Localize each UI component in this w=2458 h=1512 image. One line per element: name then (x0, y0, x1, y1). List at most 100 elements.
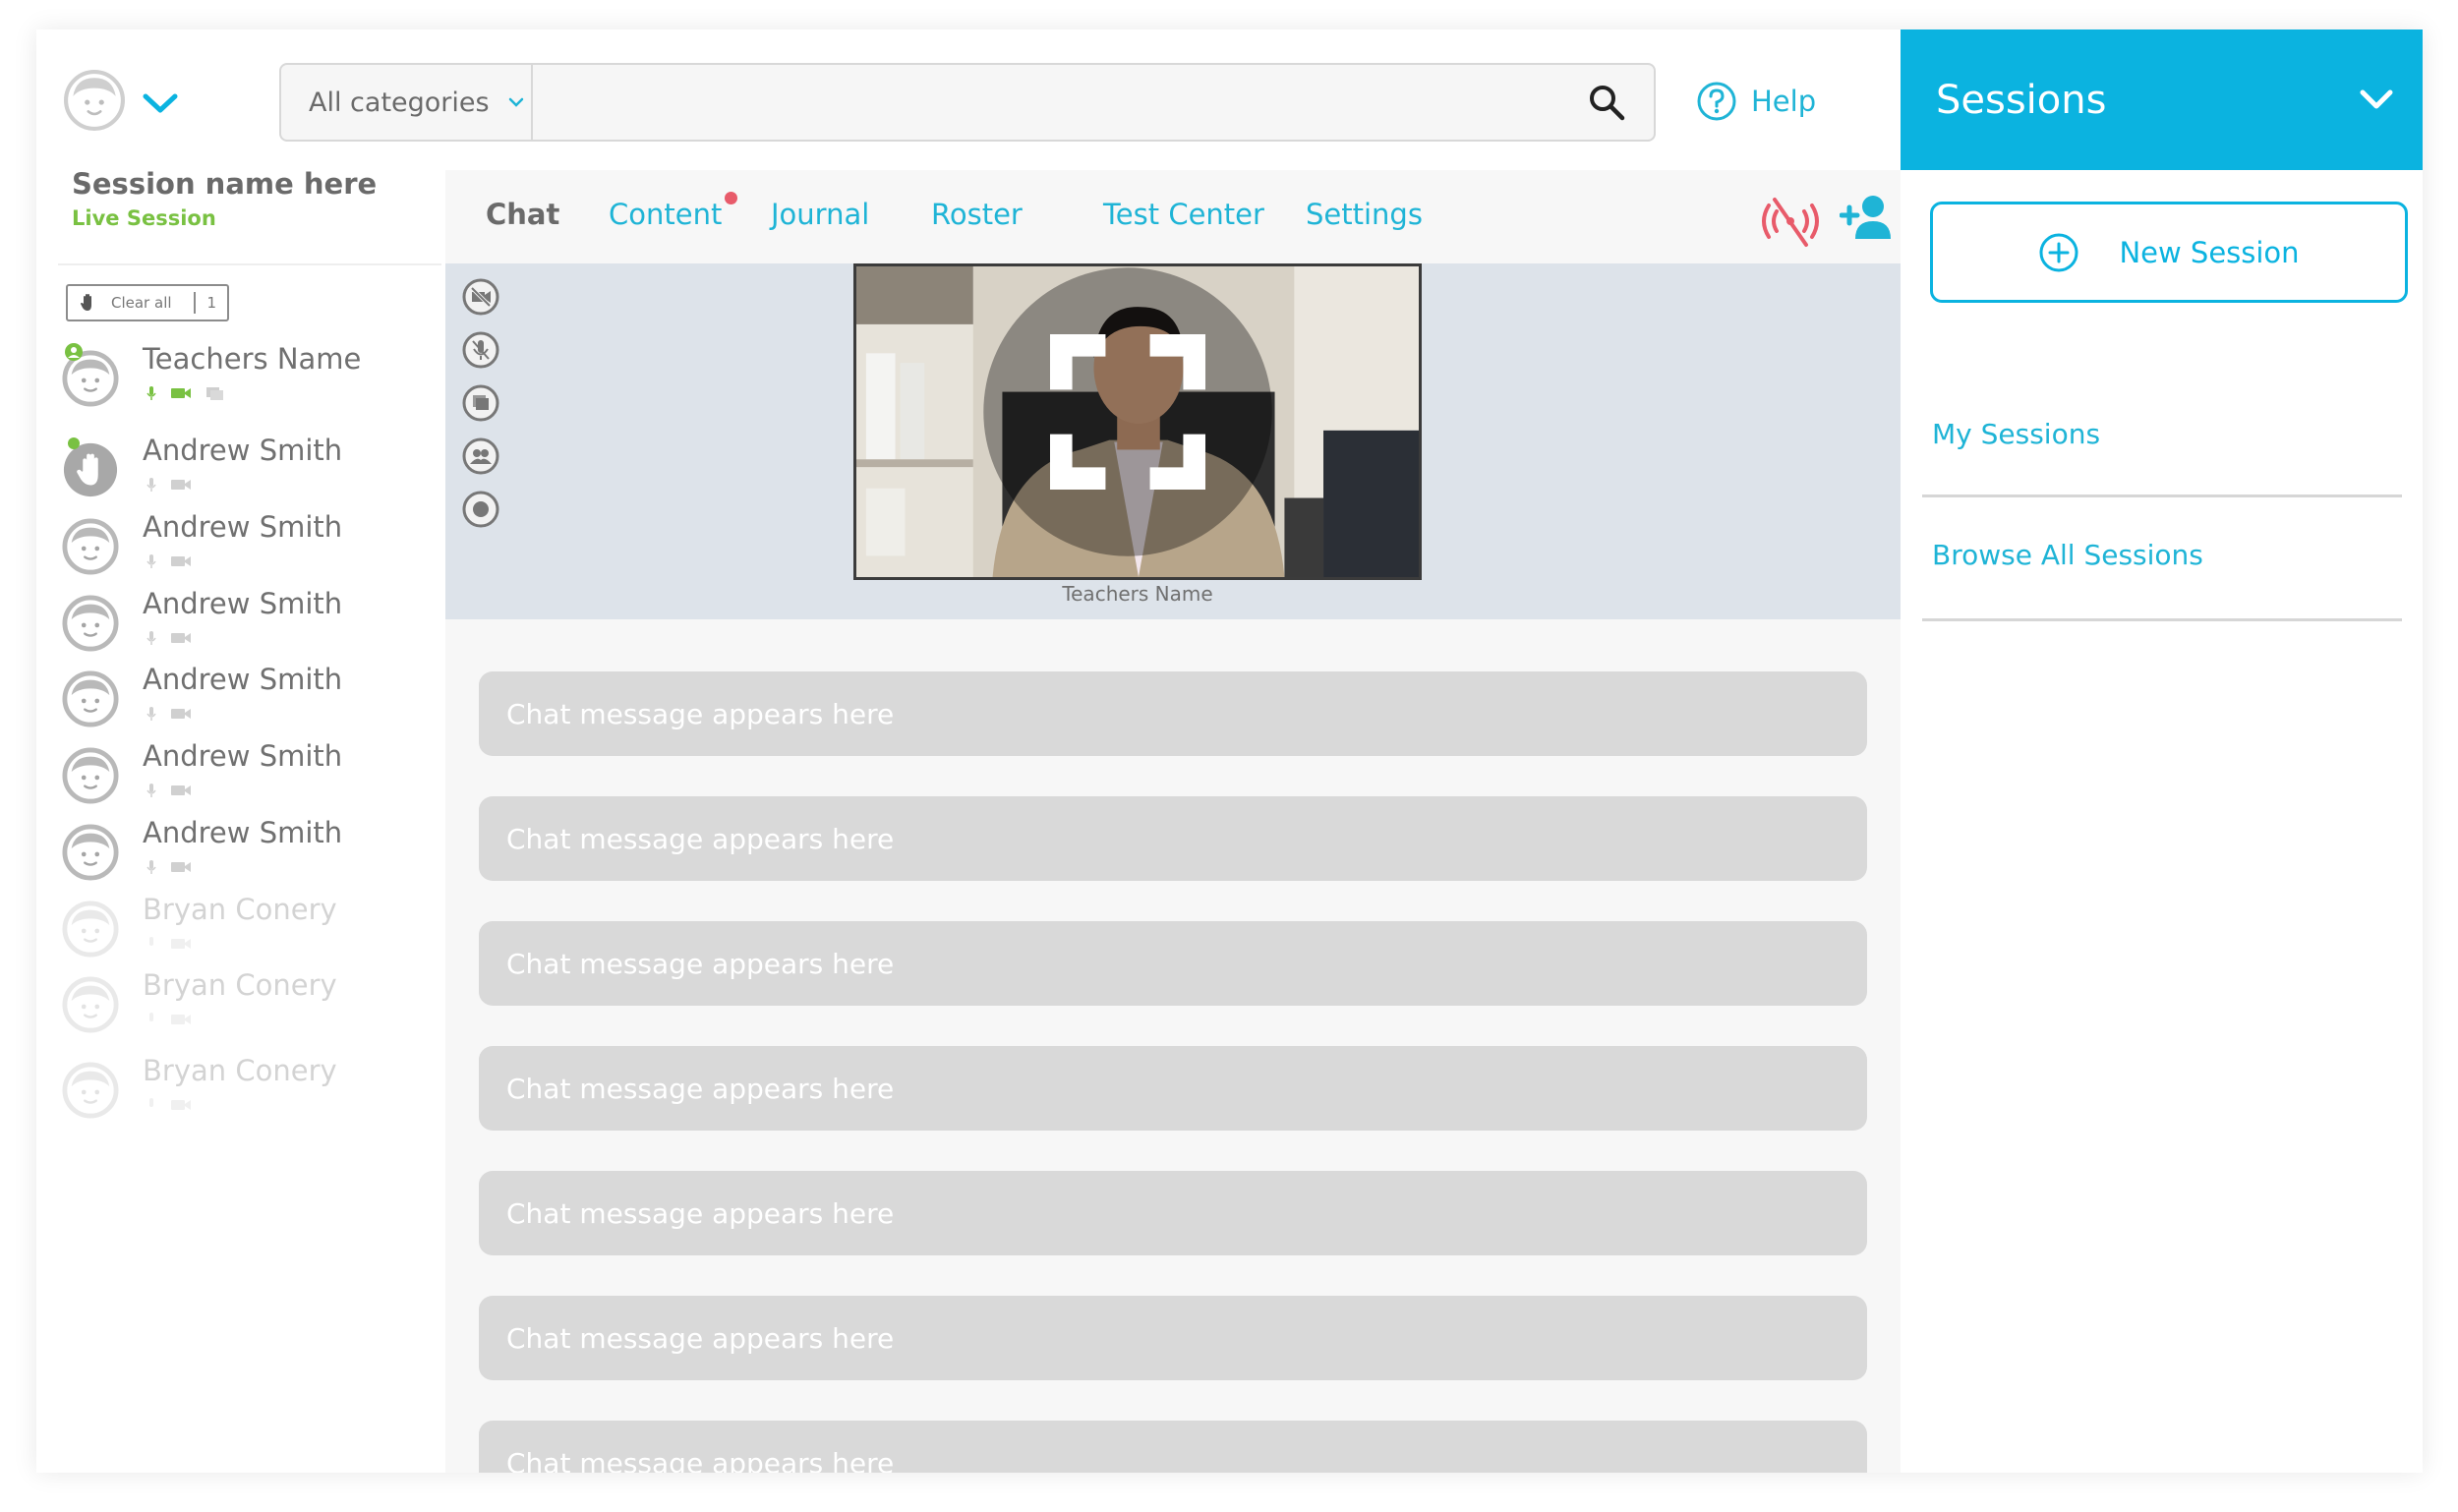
participant-media-status (146, 936, 192, 952)
session-status: Live Session (72, 206, 216, 230)
participant-row[interactable]: Andrew Smith (62, 434, 436, 502)
microphone-icon (146, 631, 156, 645)
chat-message: Chat message appears here (479, 1296, 1867, 1380)
microphone-icon (146, 784, 156, 797)
record-icon[interactable] (461, 490, 500, 529)
category-select[interactable]: All categories (281, 65, 533, 140)
teacher-video-feed[interactable] (853, 263, 1422, 580)
clear-all-raised-hands-button[interactable]: Clear all 1 (66, 284, 229, 321)
microphone-icon (149, 1013, 153, 1021)
participant-media-status (146, 1012, 192, 1027)
add-user-icon[interactable] (1840, 194, 1899, 241)
participant-avatar-icon (62, 595, 119, 652)
video-stage: Teachers Name (445, 263, 1901, 619)
participant-media-status (146, 385, 225, 401)
divider (1922, 494, 2402, 497)
microphone-icon (146, 386, 156, 400)
camera-icon (171, 633, 191, 643)
divider (193, 292, 196, 314)
user-avatar-icon[interactable] (64, 70, 125, 131)
microphone-icon (149, 937, 153, 946)
participant-name: Andrew Smith (143, 739, 343, 773)
microphone-icon (146, 554, 156, 568)
wifi-off-icon[interactable] (1761, 194, 1820, 249)
participant-name: Andrew Smith (143, 510, 343, 544)
category-select-value: All categories (309, 87, 490, 118)
tab-journal[interactable]: Journal (771, 198, 869, 231)
participant-row-offline[interactable]: Bryan Conery (62, 893, 436, 961)
camera-icon (171, 480, 191, 490)
sessions-header[interactable]: Sessions (1901, 29, 2423, 170)
online-status-icon (68, 437, 80, 449)
chevron-down-icon[interactable] (141, 90, 180, 116)
app-window: All categories Help Session name here Li… (36, 29, 2423, 1473)
participant-avatar-icon (62, 747, 119, 804)
participant-row[interactable]: Andrew Smith (62, 663, 436, 731)
camera-icon (171, 785, 191, 795)
camera-icon (171, 388, 191, 398)
camera-icon (171, 1100, 191, 1110)
tab-test-center[interactable]: Test Center (1103, 198, 1264, 231)
chat-message: Chat message appears here (479, 1046, 1867, 1131)
new-session-button[interactable]: New Session (1930, 202, 2408, 303)
raised-hand-icon (81, 294, 91, 311)
tab-content-label: Content (609, 198, 723, 231)
participant-row-offline[interactable]: Bryan Conery (62, 1054, 436, 1123)
participant-avatar-icon (62, 1062, 119, 1119)
fullscreen-icon[interactable] (853, 263, 1409, 567)
my-sessions-link[interactable]: My Sessions (1932, 418, 2100, 450)
help-link[interactable]: Help (1696, 81, 1816, 122)
participant-avatar-icon (62, 976, 119, 1033)
participant-row[interactable]: Teachers Name (62, 342, 436, 411)
camera-icon (171, 556, 191, 566)
chat-message: Chat message appears here (479, 1421, 1867, 1473)
search-input[interactable] (535, 65, 1557, 140)
participant-media-status (146, 783, 192, 798)
participant-media-status (146, 1097, 192, 1113)
participant-name: Andrew Smith (143, 587, 343, 620)
participant-avatar-icon (62, 670, 119, 727)
screen-share-icon[interactable] (461, 383, 500, 423)
divider (1922, 618, 2402, 621)
participant-name: Andrew Smith (143, 816, 343, 849)
search-bar: All categories (279, 63, 1656, 142)
participant-name: Bryan Conery (143, 968, 337, 1002)
chat-message-list: Chat message appears here Chat message a… (479, 671, 1867, 1473)
participant-media-status (146, 706, 192, 722)
chevron-down-icon[interactable] (2358, 87, 2395, 112)
camera-off-icon[interactable] (461, 277, 500, 317)
participant-row-offline[interactable]: Bryan Conery (62, 968, 436, 1037)
browse-all-sessions-link[interactable]: Browse All Sessions (1932, 539, 2203, 571)
chevron-down-icon (508, 97, 523, 107)
tab-settings[interactable]: Settings (1306, 198, 1423, 231)
tab-bar: Chat Content Journal Roster Test Center … (445, 170, 1901, 263)
participant-row[interactable]: Andrew Smith (62, 739, 436, 808)
participant-name: Andrew Smith (143, 434, 343, 467)
divider (58, 263, 441, 265)
participant-row[interactable]: Andrew Smith (62, 816, 436, 885)
microphone-icon (146, 478, 156, 492)
clear-all-label: Clear all (111, 294, 172, 312)
camera-icon (171, 862, 191, 872)
microphone-icon (146, 707, 156, 721)
participant-row[interactable]: Andrew Smith (62, 587, 436, 656)
search-icon[interactable] (1587, 83, 1626, 122)
tab-chat[interactable]: Chat (486, 198, 559, 231)
chat-message: Chat message appears here (479, 1171, 1867, 1255)
plus-circle-icon (2039, 233, 2078, 271)
notification-badge (725, 192, 738, 204)
tab-content[interactable]: Content (609, 192, 738, 231)
sessions-panel: Sessions New Session My Sessions Browse … (1901, 29, 2423, 1473)
session-name: Session name here (72, 167, 378, 201)
microphone-off-icon[interactable] (461, 330, 500, 370)
chat-message: Chat message appears here (479, 671, 1867, 756)
help-icon (1697, 82, 1736, 121)
tab-roster[interactable]: Roster (931, 198, 1023, 231)
participant-avatar-icon (62, 824, 119, 881)
participant-row[interactable]: Andrew Smith (62, 510, 436, 579)
screen-share-icon (206, 387, 223, 400)
chat-message: Chat message appears here (479, 796, 1867, 881)
participant-name: Andrew Smith (143, 663, 343, 696)
participants-icon[interactable] (461, 436, 500, 476)
online-status-icon (65, 343, 83, 361)
